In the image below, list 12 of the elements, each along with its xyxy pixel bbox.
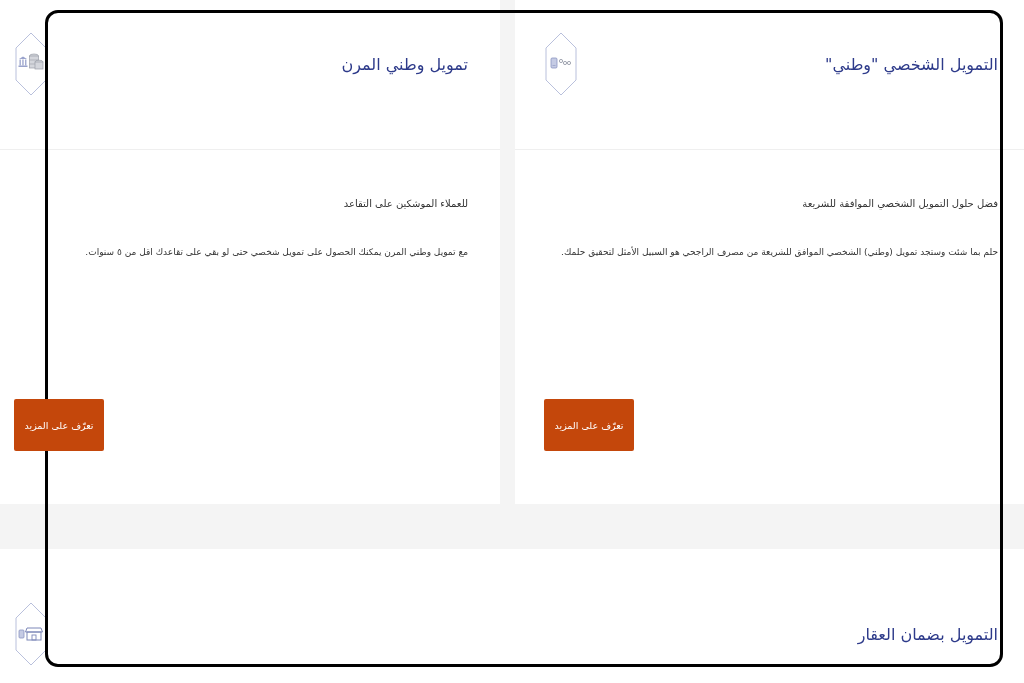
card-subtitle: فضل حلول التمويل الشخصي الموافقة للشريعة [802,197,998,211]
hexagon-store-icon [15,602,47,666]
learn-more-button[interactable]: تعرّف على المزيد [14,399,104,451]
card-subtitle: للعملاء الموشكين على التقاعد [343,197,468,211]
card-title: التمويل الشخصي "وطني" [825,54,998,74]
card-title: التمويل بضمان العقار [857,624,998,644]
learn-more-button[interactable]: تعرّف على المزيد [544,399,634,451]
card-title: تمويل وطني المرن [341,54,468,74]
hexagon-bank-coins-icon [15,32,47,96]
card-description: مع تمويل وطني المرن يمكنك الحصول على تمويل شخصي حتى لو بقي على تقاعدك اقل من ٥ سنوات. [85,246,468,259]
card-description: حلم بما شئت وستجد تمويل (وطني) الشخصي الموافق للشريعة من مصرف الراجحي هو السبيل الأمثل لتحقيق حلمك. [561,245,998,259]
hexagon-phone-icon [545,32,577,96]
